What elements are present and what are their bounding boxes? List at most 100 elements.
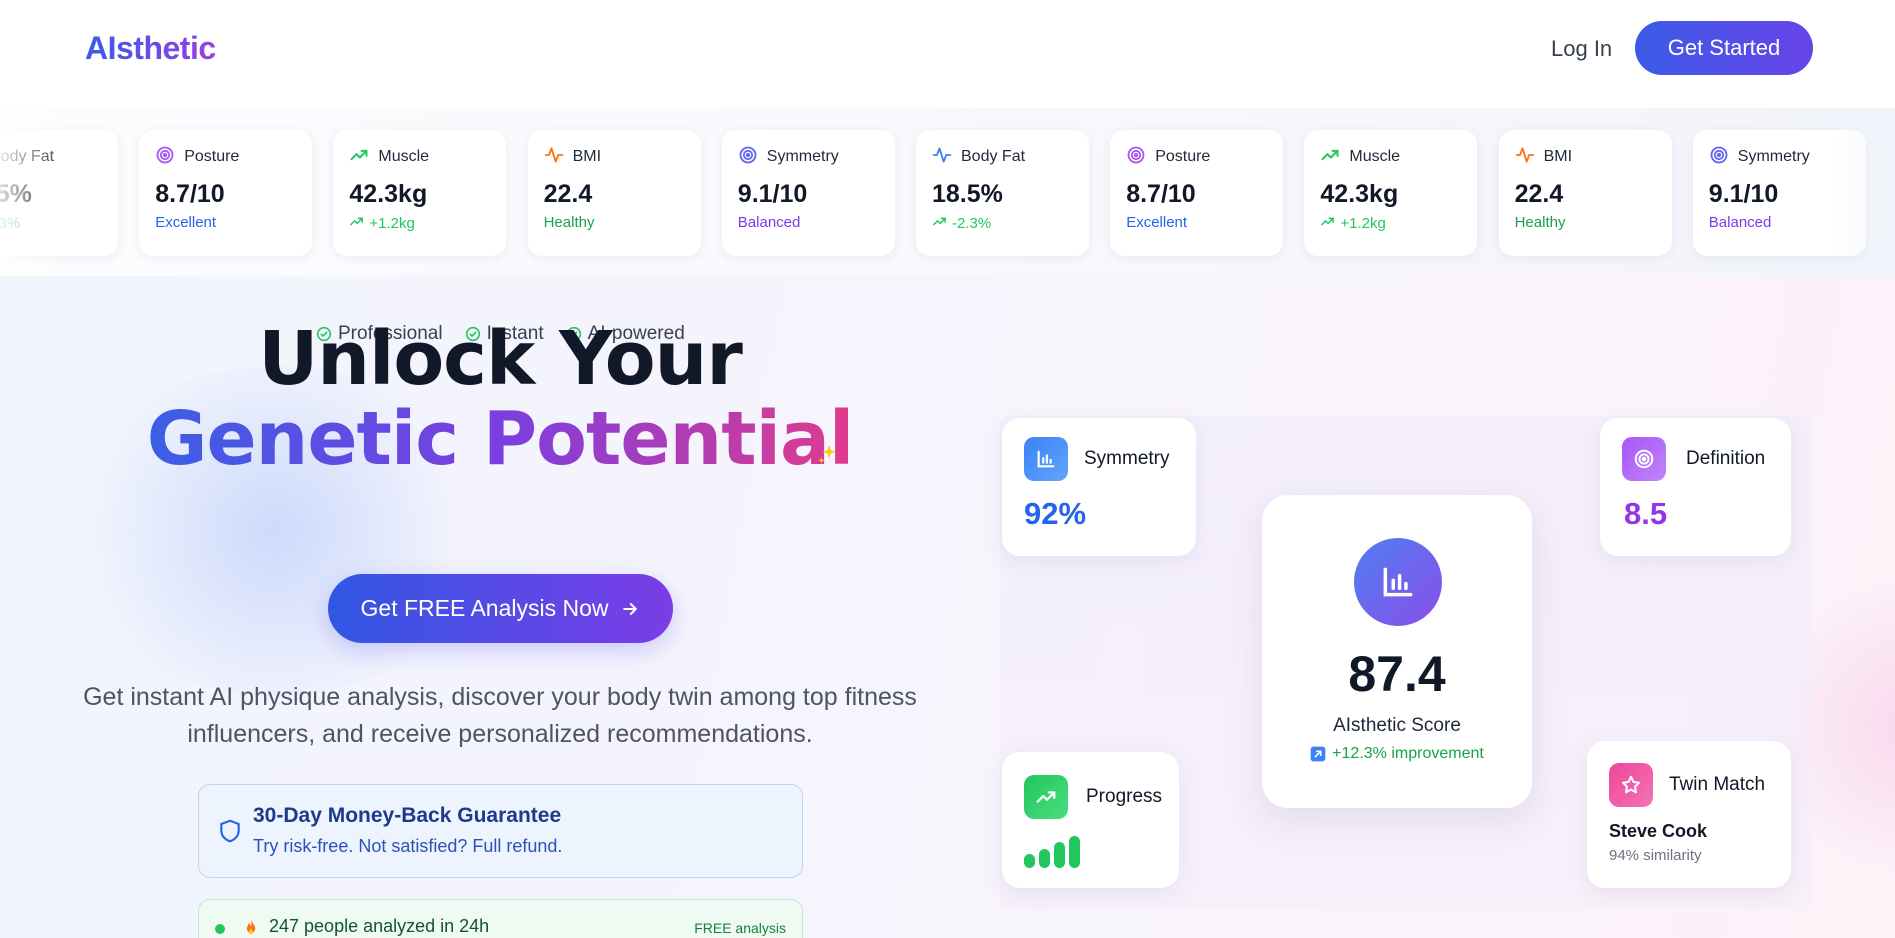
metric-sub-text: Healthy — [1514, 214, 1566, 231]
brand-logo[interactable]: AIsthetic — [85, 30, 216, 67]
metric-card-header: Body Fat — [932, 146, 1073, 168]
progress-icon-box — [1024, 775, 1068, 819]
metric-card-body-fat: Body Fat 18.5% -2.3% — [916, 130, 1089, 256]
definition-label: Definition — [1686, 448, 1766, 469]
social-proof-text: 247 people analyzed in 24h — [269, 916, 490, 936]
login-link[interactable]: Log In — [1551, 36, 1612, 62]
metric-card-bmi: BMI 22.4 Healthy — [1498, 130, 1672, 256]
metric-label: Symmetry — [766, 148, 839, 165]
trending-up-icon — [1036, 791, 1056, 803]
metric-card-muscle: Muscle 42.3kg +1.2kg — [333, 130, 507, 256]
metric-sub-text: -2.3% — [952, 215, 992, 232]
metric-sub: Healthy — [1515, 214, 1656, 231]
ticker-fade-right — [1835, 108, 1895, 276]
score-improvement: +12.3% improvement — [1262, 745, 1532, 763]
symmetry-label: Symmetry — [1084, 448, 1170, 469]
target-icon — [155, 145, 175, 170]
metric-card-posture: Posture 8.7/10 Excellent — [139, 130, 313, 256]
aisthetic-score-value: 87.4 — [1348, 646, 1446, 702]
live-indicator-dot — [215, 924, 225, 934]
free-analysis-cta-button[interactable]: Get FREE Analysis Now — [328, 574, 673, 643]
metric-card-header: Posture — [155, 146, 296, 168]
metric-card-header: Symmetry — [738, 146, 879, 168]
progress-bar-4 — [1069, 836, 1080, 868]
arrow-up-right-icon — [1310, 746, 1326, 762]
hero-subtitle: Get instant AI physique analysis, discov… — [83, 683, 917, 748]
metric-sub-text: Balanced — [737, 214, 801, 231]
trending-up-icon — [1320, 145, 1340, 170]
definition-card: Definition 8.5 — [1600, 418, 1791, 556]
shield-icon — [220, 819, 240, 843]
aisthetic-score-label: AIsthetic Score — [1333, 715, 1461, 736]
metric-card-header: BMI — [1515, 146, 1656, 168]
twin-match-card: Twin Match Steve Cook 94% similarity — [1587, 741, 1791, 888]
metric-sub: -2.3% — [932, 214, 1073, 233]
metric-value: 22.4 — [1514, 180, 1564, 208]
get-started-button[interactable]: Get Started — [1635, 21, 1813, 75]
sparkle-icon — [818, 445, 836, 464]
trending-up-icon — [349, 145, 369, 170]
metric-value: 8.7/10 — [1126, 180, 1196, 208]
target-icon — [738, 145, 758, 170]
metrics-ticker: Body Fat 18.5% -2.3% Posture 8.7/10 Excellent… — [0, 108, 1895, 276]
metric-sub: Balanced — [1709, 214, 1850, 231]
metric-value: 42.3kg — [349, 180, 428, 208]
headline-line-1: Unlock Your — [258, 316, 743, 402]
metric-sub-text: Healthy — [543, 214, 595, 231]
free-analysis-badge: FREE analysis — [694, 920, 786, 936]
metric-card-muscle: Muscle 42.3kg +1.2kg — [1304, 130, 1478, 256]
metric-label: Posture — [184, 148, 240, 165]
bar-chart-icon — [1383, 567, 1413, 597]
metric-card-symmetry: Symmetry 9.1/10 Balanced — [721, 130, 895, 256]
metric-value: 42.3kg — [1320, 180, 1399, 208]
metric-label: Muscle — [378, 148, 430, 165]
definition-icon-box — [1622, 437, 1666, 481]
cta-label: Get FREE Analysis Now — [360, 595, 609, 621]
symmetry-card: Symmetry 92% — [1002, 418, 1196, 556]
headline-gradient-text: Genetic Potential — [146, 396, 855, 482]
trending-up-icon — [1320, 214, 1335, 233]
metric-sub: Healthy — [544, 214, 685, 231]
metric-label: Muscle — [1349, 148, 1401, 165]
top-nav: AIsthetic Log In Get Started — [0, 0, 1895, 100]
fire-icon — [246, 919, 256, 935]
progress-bar-3 — [1054, 842, 1065, 868]
symmetry-icon-box — [1024, 437, 1068, 481]
metric-sub-text: Excellent — [155, 214, 217, 231]
metric-sub: Excellent — [1126, 214, 1267, 231]
trending-up-icon — [932, 214, 947, 233]
twin-similarity: 94% similarity — [1609, 847, 1702, 864]
activity-icon — [1515, 145, 1535, 170]
metric-sub-text: +1.2kg — [369, 215, 415, 232]
metric-card-header: Muscle — [349, 146, 490, 168]
metric-sub-text: +1.2kg — [1340, 215, 1386, 232]
activity-icon — [544, 145, 564, 170]
bar-chart-icon — [1037, 450, 1055, 468]
metric-card-posture: Posture 8.7/10 Excellent — [1110, 130, 1284, 256]
metric-label: Posture — [1155, 148, 1211, 165]
twin-match-label: Twin Match — [1669, 774, 1766, 795]
aisthetic-score-card: 87.4 AIsthetic Score +12.3% improvement — [1262, 495, 1532, 808]
metric-card-header: Muscle — [1320, 146, 1461, 168]
star-icon — [1621, 775, 1641, 794]
guarantee-title: 30-Day Money-Back Guarantee — [253, 804, 562, 827]
headline-line-2: Genetic Potential — [0, 396, 1000, 482]
guarantee-subtitle: Try risk-free. Not satisfied? Full refun… — [253, 836, 563, 856]
target-icon — [1634, 449, 1654, 469]
metric-sub-text: Balanced — [1708, 214, 1772, 231]
score-icon-badge — [1354, 538, 1442, 626]
symmetry-value: 92% — [1024, 496, 1087, 531]
metric-sub: Balanced — [738, 214, 879, 231]
metric-card-header: BMI — [544, 146, 685, 168]
trending-up-icon — [349, 214, 364, 233]
metric-value: 8.7/10 — [155, 180, 225, 208]
activity-icon — [932, 145, 952, 170]
metric-value: 18.5% — [932, 180, 1003, 208]
metric-label: BMI — [1543, 148, 1573, 165]
target-icon — [1126, 145, 1146, 170]
definition-value: 8.5 — [1624, 496, 1668, 531]
progress-label: Progress — [1086, 786, 1163, 807]
metric-label: Body Fat — [961, 148, 1026, 165]
progress-card: Progress — [1002, 752, 1179, 888]
metric-sub: +1.2kg — [1320, 214, 1461, 233]
